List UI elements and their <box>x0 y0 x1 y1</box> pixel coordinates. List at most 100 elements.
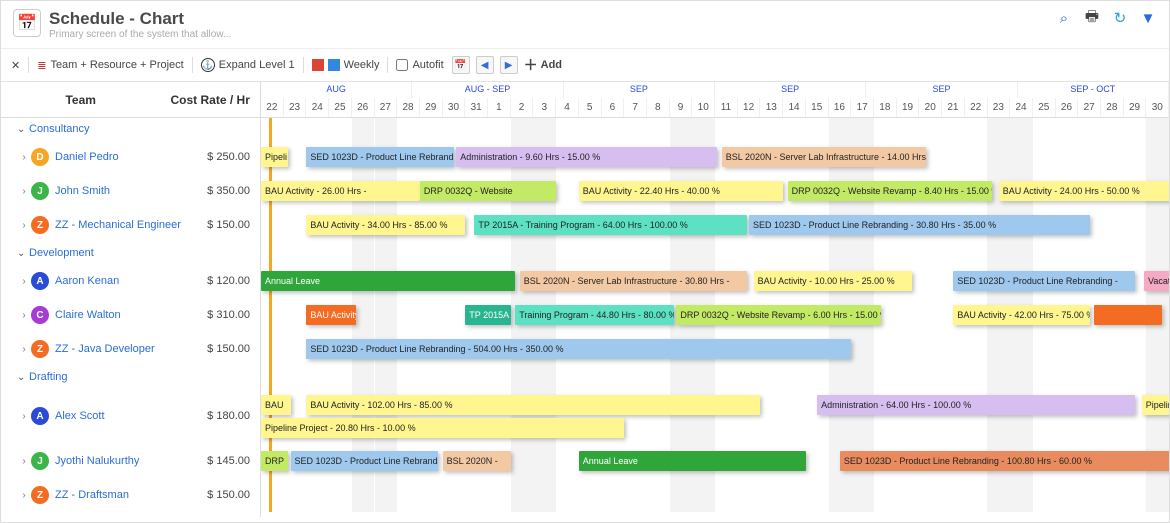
schedule-bar[interactable]: TP 2015A - Training Program - 64.00 Hrs … <box>474 215 746 235</box>
day-header[interactable]: 18 <box>874 98 897 117</box>
day-header[interactable]: 28 <box>1101 98 1124 117</box>
schedule-bar[interactable]: Annual Leave <box>579 451 806 471</box>
schedule-bar[interactable]: Annual Leave <box>261 271 515 291</box>
day-header[interactable]: 30 <box>1146 98 1169 117</box>
team-group[interactable]: ⌄Consultancy <box>1 118 260 140</box>
timescale-selector[interactable]: Weekly <box>312 59 380 71</box>
day-header[interactable]: 8 <box>647 98 670 117</box>
autofit-toggle[interactable]: Autofit <box>396 59 443 71</box>
schedule-bar[interactable]: SED 1023D - Product Line Rebranding - <box>306 147 454 167</box>
schedule-bar[interactable]: BAU Activity - 26.00 Hrs - <box>261 181 420 201</box>
prev-button[interactable]: ◀ <box>476 56 494 74</box>
gantt-row[interactable]: BAU Activity - 34.00 Hrs - 85.00 % TP 201… <box>261 208 1169 242</box>
autofit-checkbox[interactable] <box>396 59 408 71</box>
gantt-row[interactable]: BAU Activity - 26.00 Hrs -DRP 0032Q - We… <box>261 174 1169 208</box>
schedule-bar[interactable]: BAU Activity - 42.00 Hrs - 75.00 % <box>953 305 1089 325</box>
schedule-bar[interactable]: DRP 0032Q - Website Revamp - 8.40 Hrs - … <box>788 181 992 201</box>
schedule-bar[interactable]: Training Program - 44.80 Hrs - 80.00 % <box>515 305 674 325</box>
schedule-bar[interactable]: Pipeli <box>261 147 288 167</box>
calendar-icon[interactable]: 📅 <box>452 56 470 74</box>
grouping-selector[interactable]: ≣ Team + Resource + Project <box>37 59 184 72</box>
resource-row[interactable]: ›ZZZ - Java Developer$ 150.00 <box>1 332 260 366</box>
chevron-right-icon[interactable]: › <box>1 310 31 321</box>
resource-name[interactable]: Alex Scott <box>55 410 192 422</box>
schedule-bar[interactable]: Pipeline Project - 32.0 <box>1142 395 1169 415</box>
resource-name[interactable]: John Smith <box>55 185 192 197</box>
add-button[interactable]: ＋ Add <box>524 55 562 75</box>
day-header[interactable]: 15 <box>806 98 829 117</box>
chevron-down-icon[interactable]: ⌄ <box>17 372 29 383</box>
day-header[interactable]: 24 <box>1010 98 1033 117</box>
schedule-bar[interactable]: DRP 0032Q - Website Revamp - 6.00 Hrs - … <box>676 305 880 325</box>
day-header[interactable]: 25 <box>329 98 352 117</box>
schedule-bar[interactable]: BSL 2020N - <box>443 451 511 471</box>
chevron-down-icon[interactable]: ⌄ <box>17 124 29 135</box>
day-header[interactable]: 9 <box>670 98 693 117</box>
resource-name[interactable]: Claire Walton <box>55 309 192 321</box>
day-header[interactable]: 28 <box>397 98 420 117</box>
print-icon[interactable]: 🖶 <box>1083 9 1101 27</box>
schedule-bar[interactable]: Vacation - Annu <box>1144 271 1169 291</box>
schedule-bar[interactable]: BAU Activity - <box>306 305 356 325</box>
chevron-right-icon[interactable]: › <box>1 344 31 355</box>
schedule-bar[interactable] <box>1094 305 1162 325</box>
day-header[interactable]: 1 <box>488 98 511 117</box>
gantt-row[interactable]: BAU Activity - TP 2015ATraining Program -… <box>261 298 1169 332</box>
tools-icon[interactable]: ✕ <box>11 59 20 72</box>
gantt-row[interactable]: SED 1023D - Product Line Rebranding - 50… <box>261 332 1169 366</box>
schedule-bar[interactable]: BSL 2020N - Server Lab Infrastructure - … <box>722 147 926 167</box>
resource-row[interactable]: ›JJyothi Nalukurthy$ 145.00 <box>1 444 260 478</box>
schedule-bar[interactable]: BAU Activity - 10.00 Hrs - 25.00 % <box>754 271 913 291</box>
chevron-down-icon[interactable]: ⌄ <box>17 248 29 259</box>
day-header[interactable]: 6 <box>602 98 625 117</box>
day-header[interactable]: 10 <box>692 98 715 117</box>
day-header[interactable]: 2 <box>511 98 534 117</box>
schedule-bar[interactable]: TP 2015A <box>465 305 510 325</box>
resource-name[interactable]: ZZ - Draftsman <box>55 489 192 501</box>
day-header[interactable]: 26 <box>1056 98 1079 117</box>
resource-name[interactable]: Jyothi Nalukurthy <box>55 455 192 467</box>
day-header[interactable]: 27 <box>375 98 398 117</box>
day-header[interactable]: 27 <box>1078 98 1101 117</box>
resource-row[interactable]: ›AAaron Kenan$ 120.00 <box>1 264 260 298</box>
schedule-bar[interactable]: SED 1023D - Product Line Rebranding - <box>291 451 439 471</box>
day-header[interactable]: 14 <box>783 98 806 117</box>
expand-level[interactable]: ⚓ Expand Level 1 <box>201 58 295 72</box>
day-header[interactable]: 20 <box>919 98 942 117</box>
schedule-bar[interactable]: SED 1023D - Product Line Rebranding - 50… <box>306 339 851 359</box>
resource-row[interactable]: ›JJohn Smith$ 350.00 <box>1 174 260 208</box>
resource-row[interactable]: ›DDaniel Pedro$ 250.00 <box>1 140 260 174</box>
schedule-bar[interactable]: Administration - 64.00 Hrs - 100.00 % <box>817 395 1135 415</box>
gantt-row[interactable]: BAU BAU Activity - 102.00 Hrs - 85.00 % Ad… <box>261 388 1169 444</box>
resource-name[interactable]: ZZ - Mechanical Engineer <box>55 219 192 231</box>
gantt-row[interactable] <box>261 478 1169 512</box>
next-button[interactable]: ▶ <box>500 56 518 74</box>
day-header[interactable]: 22 <box>261 98 284 117</box>
schedule-bar[interactable]: DRP <box>261 451 288 471</box>
schedule-bar[interactable]: BAU Activity - 102.00 Hrs - 85.00 % <box>306 395 760 415</box>
team-group[interactable]: ⌄Drafting <box>1 366 260 388</box>
schedule-bar[interactable]: BAU Activity - 24.00 Hrs - 50.00 % <box>999 181 1169 201</box>
schedule-bar[interactable]: Administration - 9.60 Hrs - 15.00 % <box>456 147 717 167</box>
gantt-row[interactable]: DRPSED 1023D - Product Line Rebranding -… <box>261 444 1169 478</box>
chevron-right-icon[interactable]: › <box>1 186 31 197</box>
day-header[interactable]: 4 <box>556 98 579 117</box>
team-column-header[interactable]: Team <box>1 82 160 117</box>
day-header[interactable]: 7 <box>624 98 647 117</box>
chevron-right-icon[interactable]: › <box>1 152 31 163</box>
schedule-bar[interactable]: DRP 0032Q - Website <box>420 181 556 201</box>
day-header[interactable]: 11 <box>715 98 738 117</box>
schedule-bar[interactable]: BAU Activity - 34.00 Hrs - 85.00 % <box>306 215 465 235</box>
chevron-right-icon[interactable]: › <box>1 456 31 467</box>
team-group[interactable]: ⌄Development <box>1 242 260 264</box>
day-header[interactable]: 25 <box>1033 98 1056 117</box>
day-header[interactable]: 17 <box>851 98 874 117</box>
chevron-right-icon[interactable]: › <box>1 276 31 287</box>
day-header[interactable]: 16 <box>829 98 852 117</box>
day-header[interactable]: 26 <box>352 98 375 117</box>
day-header[interactable]: 21 <box>942 98 965 117</box>
schedule-bar[interactable]: BAU <box>261 395 291 415</box>
resource-name[interactable]: Aaron Kenan <box>55 275 192 287</box>
day-header[interactable]: 29 <box>420 98 443 117</box>
chevron-right-icon[interactable]: › <box>1 490 31 501</box>
